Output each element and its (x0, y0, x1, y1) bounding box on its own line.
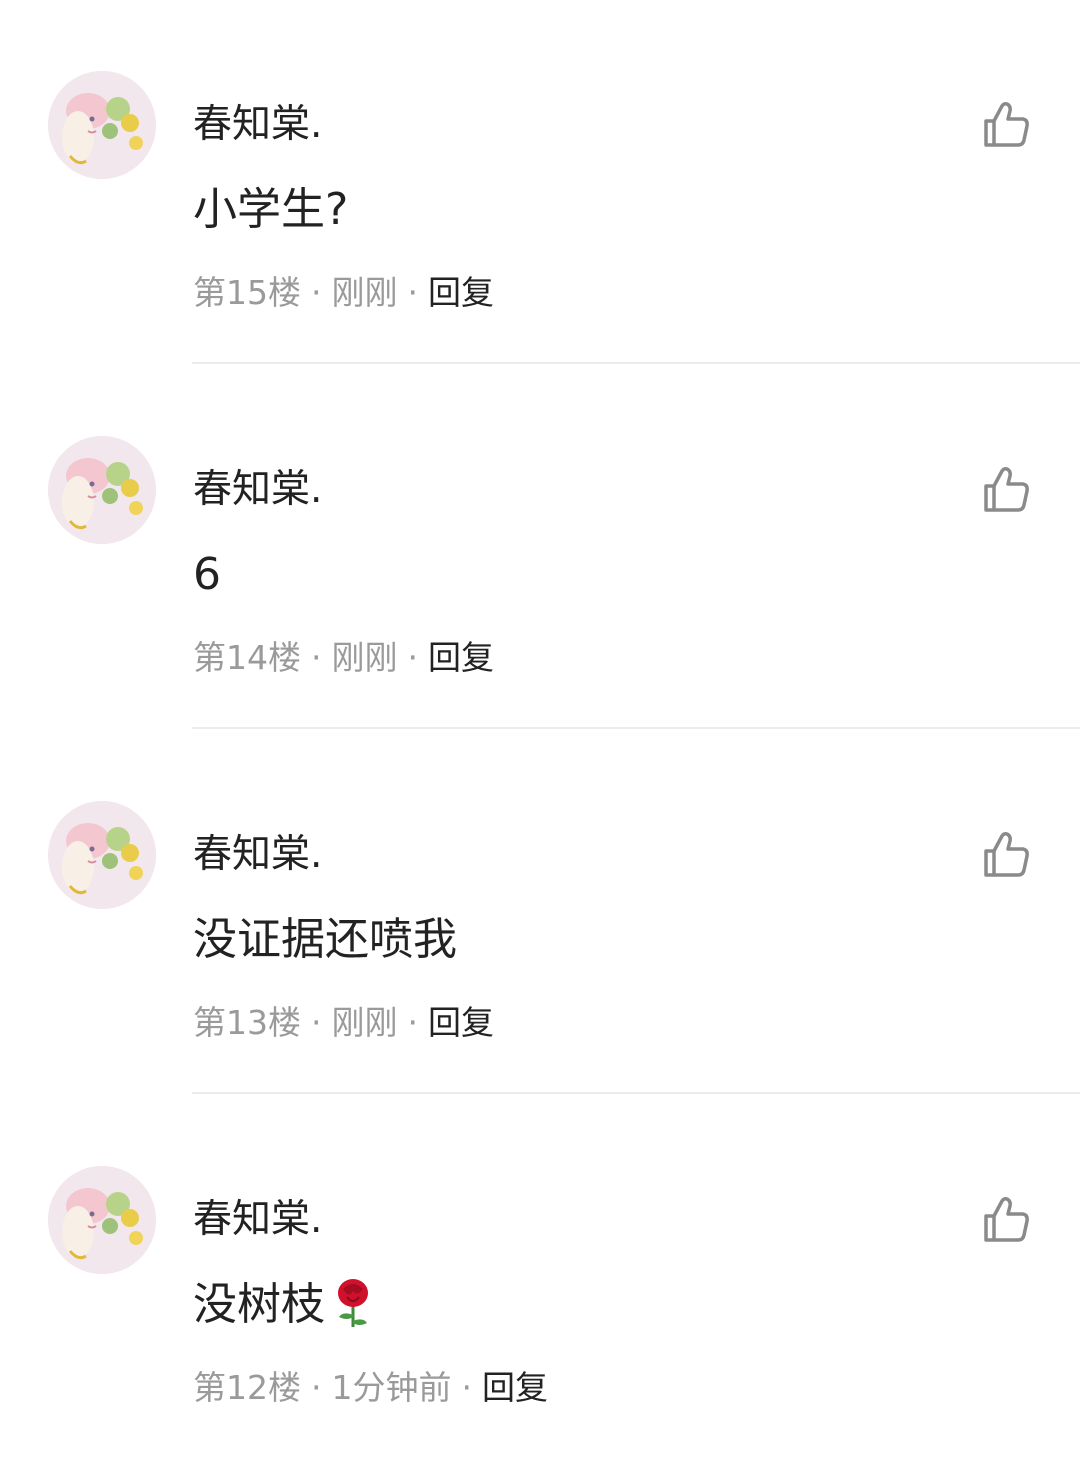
comment-text-value: 小学生? (193, 184, 349, 235)
separator-dot: · (407, 638, 419, 677)
avatar[interactable] (48, 436, 156, 544)
comment-meta: 第14楼 · 刚刚 · 回复 (193, 635, 494, 681)
comment-text: 没证据还喷我 (193, 909, 457, 971)
username[interactable]: 春知棠. (193, 1193, 322, 1247)
avatar[interactable] (48, 71, 156, 179)
comment-text: 没树枝 (193, 1274, 375, 1346)
timestamp: 刚刚 (331, 638, 398, 677)
floor-label: 第12楼 (193, 1368, 301, 1407)
comment-text: 6 (193, 544, 221, 606)
separator-dot: · (461, 1368, 473, 1407)
comment-meta: 第15楼 · 刚刚 · 回复 (193, 270, 494, 316)
floor-label: 第13楼 (193, 1003, 301, 1042)
username[interactable]: 春知棠. (193, 98, 322, 152)
reply-button[interactable]: 回复 (428, 1003, 494, 1042)
floor-label: 第15楼 (193, 273, 301, 312)
comment-text-value: 没树枝 (193, 1279, 325, 1330)
separator-dot: · (311, 638, 322, 677)
thumbs-up-icon[interactable] (982, 100, 1032, 150)
comment-meta: 第12楼 · 1分钟前 · 回复 (193, 1365, 548, 1411)
comment-text-value: 没证据还喷我 (193, 914, 457, 965)
comment-text: 小学生? (193, 179, 348, 241)
comment-text-value: 6 (193, 549, 221, 600)
reply-button[interactable]: 回复 (482, 1368, 548, 1407)
comment-item: 春知棠. 小学生? 第15楼 · 刚刚 · 回复 (0, 0, 1080, 365)
reply-button[interactable]: 回复 (428, 273, 494, 312)
divider (192, 1092, 1080, 1094)
username[interactable]: 春知棠. (193, 828, 322, 882)
separator-dot: · (311, 1368, 322, 1407)
comment-meta: 第13楼 · 刚刚 · 回复 (193, 1000, 494, 1046)
divider (192, 727, 1080, 729)
divider (192, 362, 1080, 364)
comment-item: 春知棠. 没证据还喷我 第13楼 · 刚刚 · 回复 (0, 730, 1080, 1095)
timestamp: 刚刚 (331, 273, 398, 312)
separator-dot: · (407, 1003, 419, 1042)
comment-item: 春知棠. 6 第14楼 · 刚刚 · 回复 (0, 365, 1080, 730)
separator-dot: · (311, 1003, 322, 1042)
thumbs-up-icon[interactable] (982, 830, 1032, 880)
thumbs-up-icon[interactable] (982, 465, 1032, 515)
separator-dot: · (311, 273, 322, 312)
avatar[interactable] (48, 1166, 156, 1274)
reply-button[interactable]: 回复 (428, 638, 494, 677)
comment-item: 春知棠. 没树枝 第12楼 · 1分钟前 · 回复 (0, 1095, 1080, 1460)
username[interactable]: 春知棠. (193, 463, 322, 517)
rose-icon (331, 1277, 375, 1346)
thumbs-up-icon[interactable] (982, 1195, 1032, 1245)
timestamp: 1分钟前 (331, 1368, 452, 1407)
timestamp: 刚刚 (331, 1003, 398, 1042)
separator-dot: · (407, 273, 419, 312)
avatar[interactable] (48, 801, 156, 909)
floor-label: 第14楼 (193, 638, 301, 677)
